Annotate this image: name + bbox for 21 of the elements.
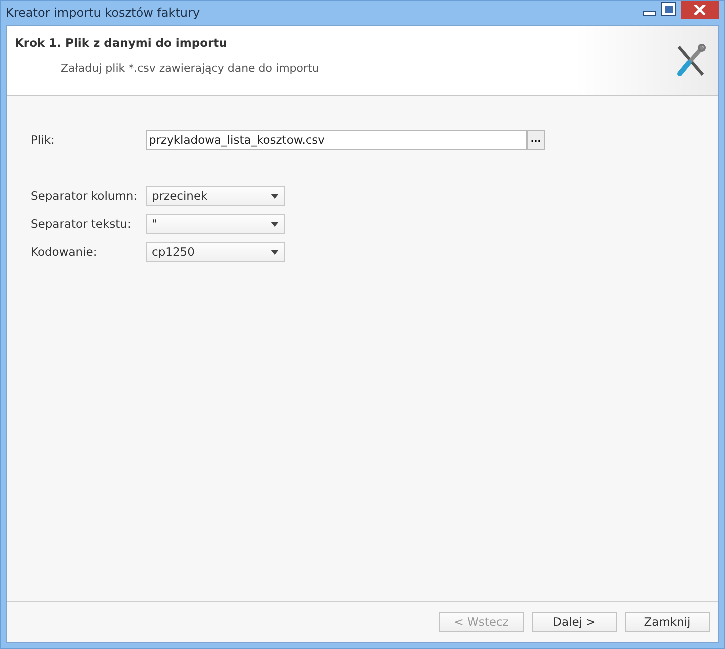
dialog-button[interactable]: Dalej >	[532, 612, 617, 632]
dropdown[interactable]: cp1250	[146, 242, 285, 262]
tools-icon	[676, 44, 706, 78]
dropdown-arrow-icon	[271, 250, 279, 254]
dropdown-arrow-icon	[271, 222, 279, 226]
maximize-icon[interactable]	[661, 1, 677, 19]
step-title: Krok 1. Plik z danymi do importu	[15, 36, 228, 50]
field-label: Kodowanie:	[31, 245, 98, 259]
browse-button[interactable]: ...	[527, 130, 545, 150]
field-label: Plik:	[31, 133, 56, 147]
window-title: Kreator importu kosztów faktury	[6, 6, 200, 20]
dropdown-arrow-icon	[271, 194, 279, 198]
dialog-button[interactable]: Zamknij	[625, 612, 710, 632]
file-field[interactable]: przykladowa_lista_kosztow.csv	[146, 130, 527, 150]
field-label: Separator tekstu:	[31, 217, 132, 231]
dropdown[interactable]: "	[146, 214, 285, 234]
dropdown[interactable]: przecinek	[146, 186, 285, 206]
close-button[interactable]	[681, 1, 719, 19]
field-label: Separator kolumn:	[31, 189, 139, 203]
close-icon	[694, 5, 706, 15]
step-description: Załaduj plik *.csv zawierający dane do importu	[61, 62, 320, 75]
